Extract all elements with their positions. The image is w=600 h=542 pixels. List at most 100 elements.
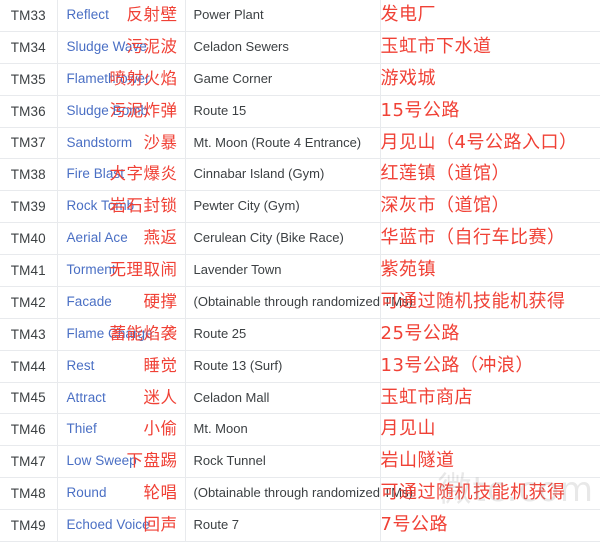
location-chinese-cell: 玉虹市下水道 xyxy=(380,30,600,64)
location-name-chinese: 游戏城 xyxy=(380,67,436,89)
location-chinese-cell: 发电厂 xyxy=(380,0,600,32)
move-name-link[interactable]: Attract xyxy=(67,383,106,414)
move-name-chinese: 污泥波 xyxy=(126,36,178,56)
table-row: TM35 Flamethrower 喷射火焰 Game Corner 游戏城 xyxy=(0,62,600,96)
move-name-link[interactable]: Facade xyxy=(67,287,112,318)
move-name-chinese: 硬撑 xyxy=(143,291,178,311)
location-chinese-cell: 可通过随机技能机获得 xyxy=(380,477,600,510)
location-name-chinese: 月见山（4号公路入口） xyxy=(380,131,578,153)
move-cell: Thief 小偷 xyxy=(57,413,186,447)
move-name-chinese: 睡觉 xyxy=(143,355,178,375)
location-name: Power Plant xyxy=(193,7,264,22)
location-name: Celadon Mall xyxy=(193,389,270,405)
table-row: TM40 Aerial Ace 燕返 Cerulean City (Bike Race… xyxy=(0,222,600,255)
move-name-chinese: 小偷 xyxy=(143,419,178,439)
location-name-chinese: 25号公路 xyxy=(380,322,460,344)
location-cell: Cinnabar Island (Gym) xyxy=(185,158,381,192)
location-name-chinese: 可通过随机技能机获得 xyxy=(380,482,566,504)
location-name: Route 7 xyxy=(193,517,240,532)
location-cell: (Obtainable through randomized TMs) xyxy=(185,477,413,510)
tm-id-cell: TM42 xyxy=(0,285,58,319)
move-cell: Rest 睡觉 xyxy=(57,349,186,383)
move-cell: Flame Charge 蓄能焰袭 xyxy=(57,317,186,351)
move-name-link[interactable]: Rest xyxy=(67,351,95,382)
location-cell: Route 25 xyxy=(185,317,381,351)
move-name-link[interactable]: Thief xyxy=(67,414,97,445)
location-name: Mt. Moon xyxy=(193,421,248,437)
move-name-chinese: 回声 xyxy=(143,515,178,534)
location-name: Pewter City (Gym) xyxy=(193,198,300,214)
location-name: Rock Tunnel xyxy=(193,453,266,469)
move-name-chinese: 喷射火焰 xyxy=(109,68,178,88)
location-name-chinese: 月见山 xyxy=(380,418,436,440)
location-name: Cerulean City (Bike Race) xyxy=(193,230,344,246)
table-row: TM49 Echoed Voice 回声 Route 7 7号公路 xyxy=(0,509,600,542)
location-name-chinese: 15号公路 xyxy=(380,99,460,121)
location-name-chinese: 7号公路 xyxy=(380,514,448,535)
table-row: TM48 Round 轮唱 (Obtainable through randomize… xyxy=(0,477,600,510)
tm-id-cell: TM44 xyxy=(0,349,58,383)
location-cell: Celadon Mall xyxy=(185,381,381,415)
move-name-chinese: 迷人 xyxy=(143,387,178,407)
location-cell: Game Corner xyxy=(185,62,381,96)
location-name: Route 25 xyxy=(193,325,247,341)
tm-id-cell: TM35 xyxy=(0,62,58,96)
move-name-chinese: 反射壁 xyxy=(126,5,178,24)
move-cell: Rock Tomb 岩石封锁 xyxy=(57,190,186,224)
move-cell: Low Sweep 下盘踢 xyxy=(57,445,186,479)
move-name-link[interactable]: Reflect xyxy=(67,0,109,31)
location-name: Lavender Town xyxy=(193,262,282,277)
tm-id-cell: TM43 xyxy=(0,317,58,351)
location-cell: Route 7 xyxy=(185,509,381,542)
tm-id-cell: TM48 xyxy=(0,477,58,510)
table-row: TM46 Thief 小偷 Mt. Moon 月见山 xyxy=(0,413,600,447)
table-row: TM39 Rock Tomb 岩石封锁 Pewter City (Gym) 深灰市（道馆… xyxy=(0,190,600,224)
location-name-chinese: 13号公路（冲浪） xyxy=(380,354,534,376)
move-name-link[interactable]: Sandstorm xyxy=(67,128,133,159)
table-row: TM41 Torment 无理取闹 Lavender Town 紫苑镇 xyxy=(0,254,600,287)
location-name: Celadon Sewers xyxy=(193,38,289,54)
tm-id-cell: TM41 xyxy=(0,254,58,287)
location-name-chinese: 玉虹市下水道 xyxy=(380,35,492,57)
location-chinese-cell: 红莲镇（道馆） xyxy=(380,158,600,192)
move-name-link[interactable]: Torment xyxy=(67,255,116,286)
location-cell: Pewter City (Gym) xyxy=(185,190,381,224)
location-chinese-cell: 13号公路（冲浪） xyxy=(380,349,600,383)
tm-id-cell: TM33 xyxy=(0,0,58,32)
tm-id-cell: TM47 xyxy=(0,445,58,479)
move-name-chinese: 轮唱 xyxy=(143,483,178,503)
move-cell: Facade 硬撑 xyxy=(57,285,186,319)
location-name: Route 13 (Surf) xyxy=(193,357,283,373)
table-row: TM37 Sandstorm 沙暴 Mt. Moon (Route 4 Entranc… xyxy=(0,126,600,160)
location-chinese-cell: 25号公路 xyxy=(380,317,600,351)
move-name-link[interactable]: Round xyxy=(67,478,107,509)
move-cell: Fire Blast 大字爆炎 xyxy=(57,158,186,192)
table-row: TM42 Facade 硬撑 (Obtainable through randomiz… xyxy=(0,285,600,319)
tm-id-cell: TM45 xyxy=(0,381,58,415)
location-chinese-cell: 岩山隧道 xyxy=(380,445,600,479)
location-name-chinese: 紫苑镇 xyxy=(380,259,436,280)
location-name-chinese: 深灰市（道馆） xyxy=(380,195,510,217)
location-chinese-cell: 华蓝市（自行车比赛） xyxy=(380,222,600,255)
move-name-chinese: 大字爆炎 xyxy=(109,164,178,184)
move-name-link[interactable]: Echoed Voice xyxy=(67,510,150,541)
move-cell: Round 轮唱 xyxy=(57,477,186,510)
location-cell: Lavender Town xyxy=(185,254,381,287)
move-cell: Sludge Wave 污泥波 xyxy=(57,30,186,64)
location-name: Mt. Moon (Route 4 Entrance) xyxy=(193,134,362,150)
tm-list-table: TM33 Reflect 反射壁 Power Plant 发电厂 TM34 Sludge W… xyxy=(0,0,600,542)
move-name-chinese: 无理取闹 xyxy=(109,260,178,279)
location-name-chinese: 发电厂 xyxy=(380,4,436,25)
move-cell: Sandstorm 沙暴 xyxy=(57,126,186,160)
location-chinese-cell: 月见山 xyxy=(380,413,600,447)
location-cell: Route 15 xyxy=(185,94,381,128)
tm-table-body: TM33 Reflect 反射壁 Power Plant 发电厂 TM34 Sludge W… xyxy=(0,0,600,542)
tm-id-cell: TM34 xyxy=(0,30,58,64)
tm-id-cell: TM36 xyxy=(0,94,58,128)
move-cell: Aerial Ace 燕返 xyxy=(57,222,186,255)
location-chinese-cell: 深灰市（道馆） xyxy=(380,190,600,224)
table-row: TM38 Fire Blast 大字爆炎 Cinnabar Island (Gym) 红… xyxy=(0,158,600,192)
move-name-link[interactable]: Aerial Ace xyxy=(67,223,128,254)
move-name-chinese: 沙暴 xyxy=(143,132,178,152)
table-row: TM33 Reflect 反射壁 Power Plant 发电厂 xyxy=(0,0,600,32)
